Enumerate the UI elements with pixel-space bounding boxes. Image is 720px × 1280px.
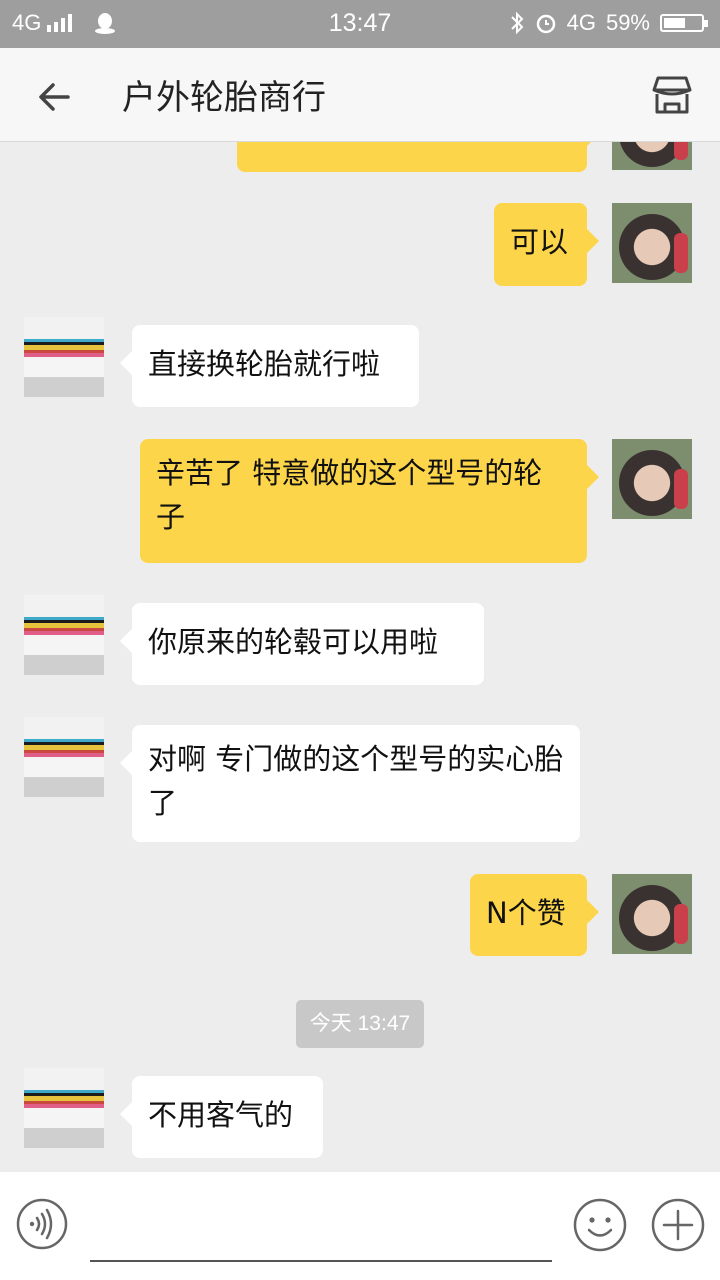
- avatar[interactable]: [24, 317, 104, 397]
- message-bubble-me[interactable]: 可以: [494, 203, 599, 286]
- status-right: 4G 59%: [509, 10, 708, 36]
- message-text: N个赞: [486, 896, 566, 930]
- avatar[interactable]: [24, 595, 104, 675]
- message-bubble-me[interactable]: 辛苦了 特意做的这个型号的轮子: [140, 439, 599, 563]
- message-bubble-me[interactable]: N个赞: [470, 874, 599, 956]
- message-text: 直接换轮胎就行啦: [148, 347, 381, 381]
- message-text: 对啊 专门做的这个型号的实心胎了: [148, 742, 564, 820]
- message-bubble-me[interactable]: [237, 142, 599, 172]
- message-list[interactable]: 可以 直接换轮胎就行啦 辛苦了 特意做的这个型号的轮子 你原来的轮毂可以用啦 对…: [0, 142, 720, 1172]
- arrow-left-icon[interactable]: [34, 75, 78, 119]
- message-text: 辛苦了 特意做的这个型号的轮子: [156, 456, 543, 534]
- avatar[interactable]: [24, 1068, 104, 1148]
- input-underline: [90, 1260, 552, 1262]
- emoji-icon[interactable]: [573, 1198, 627, 1252]
- message-text: 不用客气的: [148, 1098, 294, 1132]
- alarm-icon: [536, 14, 555, 34]
- voice-icon[interactable]: [16, 1198, 68, 1250]
- message-bubble-them[interactable]: 对啊 专门做的这个型号的实心胎了: [120, 725, 580, 842]
- message-input[interactable]: [92, 1198, 554, 1256]
- message-bubble-them[interactable]: 不用客气的: [120, 1076, 323, 1158]
- input-bar: [0, 1172, 720, 1280]
- status-bar: 4G 13:47 4G 59%: [0, 0, 720, 48]
- avatar[interactable]: [612, 874, 692, 954]
- avatar[interactable]: [24, 717, 104, 797]
- store-icon[interactable]: [650, 74, 694, 118]
- plus-icon[interactable]: [651, 1198, 705, 1252]
- battery-icon: [660, 14, 708, 32]
- timestamp: 今天 13:47: [296, 1000, 424, 1048]
- message-bubble-them[interactable]: 直接换轮胎就行啦: [120, 325, 419, 407]
- message-text: 你原来的轮毂可以用啦: [148, 625, 439, 659]
- message-bubble-them[interactable]: 你原来的轮毂可以用啦: [120, 603, 484, 685]
- avatar[interactable]: [612, 203, 692, 283]
- avatar[interactable]: [612, 142, 692, 170]
- battery-fill: [664, 18, 685, 28]
- page-title: 户外轮胎商行: [122, 78, 326, 118]
- message-text: 可以: [510, 225, 569, 259]
- battery-percent: 59%: [605, 10, 650, 35]
- chat-header: 户外轮胎商行: [0, 48, 720, 142]
- bluetooth-icon: [510, 11, 524, 35]
- avatar[interactable]: [612, 439, 692, 519]
- network-label-right: 4G: [566, 10, 596, 35]
